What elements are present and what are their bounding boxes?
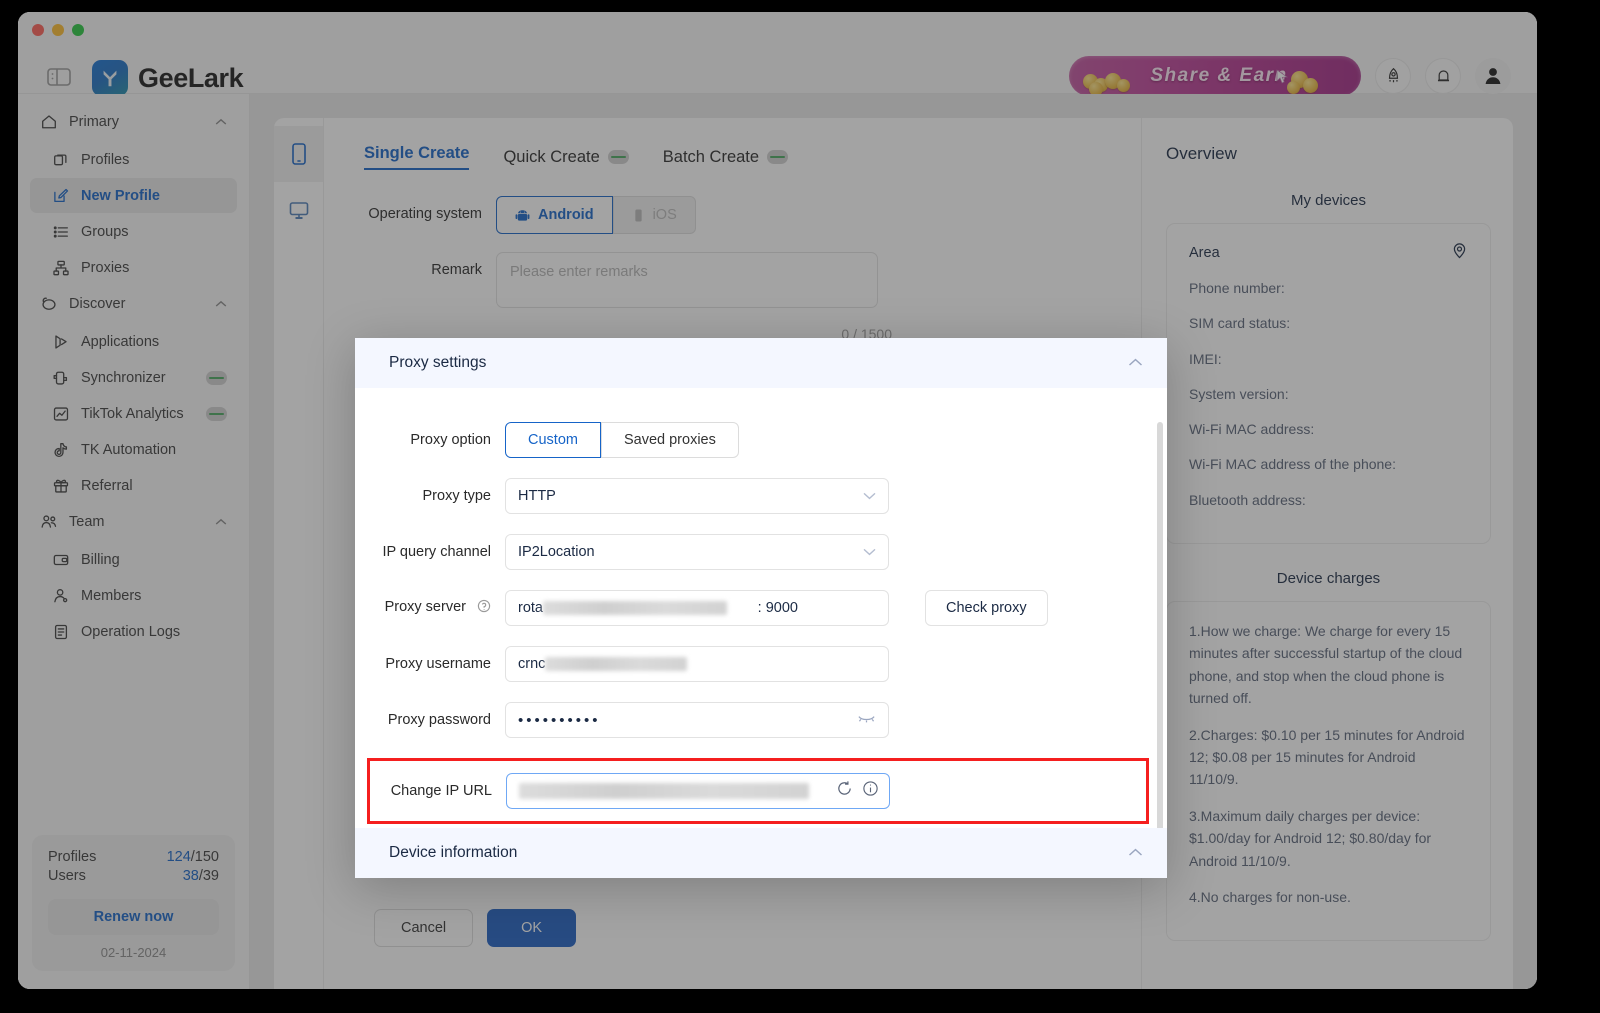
proxy-server-masked-value (543, 601, 727, 615)
change-ip-url-input[interactable] (506, 773, 890, 809)
modal-scrollbar[interactable] (1157, 422, 1163, 862)
proxy-settings-modal: Proxy settings Proxy option Custom Saved… (355, 338, 1167, 878)
change-ip-url-highlight: Change IP URL (367, 758, 1149, 824)
proxy-username-masked-value (545, 657, 688, 671)
proxy-settings-title: Proxy settings (389, 354, 487, 371)
app-window: GeeLark Share & Earn Primary Profiles Ne… (18, 12, 1537, 989)
ip-query-channel-value: IP2Location (518, 544, 595, 560)
ip-query-channel-row: IP query channel IP2Location (355, 534, 1167, 570)
change-ip-url-masked-value (519, 783, 809, 799)
proxy-type-row: Proxy type HTTP (355, 478, 1167, 514)
proxy-server-label: Proxy server (355, 599, 505, 617)
proxy-option-saved-proxies[interactable]: Saved proxies (600, 422, 739, 458)
device-information-section-header[interactable]: Device information (355, 828, 1167, 878)
ip-query-channel-label: IP query channel (382, 544, 491, 560)
proxy-username-row: Proxy username crnc (355, 646, 1167, 682)
proxy-settings-body: Proxy option Custom Saved proxies Proxy … (355, 388, 1167, 862)
help-icon[interactable] (477, 599, 491, 617)
proxy-option-toggle: Custom Saved proxies (505, 422, 739, 458)
proxy-option-row: Proxy option Custom Saved proxies (355, 422, 1167, 458)
proxy-type-value: HTTP (518, 488, 556, 504)
ip-query-channel-select[interactable]: IP2Location (505, 534, 889, 570)
proxy-password-input[interactable]: •••••••••• (505, 702, 889, 738)
proxy-password-value: •••••••••• (518, 711, 601, 729)
proxy-password-row: Proxy password •••••••••• (355, 702, 1167, 738)
proxy-password-label: Proxy password (387, 712, 491, 728)
proxy-username-label: Proxy username (385, 656, 491, 672)
change-ip-url-label: Change IP URL (390, 783, 492, 799)
eye-hidden-icon[interactable] (857, 712, 876, 728)
proxy-option-custom[interactable]: Custom (505, 422, 601, 458)
proxy-settings-section-header[interactable]: Proxy settings (355, 338, 1167, 388)
proxy-username-value: crnc (518, 656, 546, 672)
proxy-username-input[interactable]: crnc (505, 646, 889, 682)
refresh-icon[interactable] (836, 780, 853, 802)
chevron-down-icon (863, 544, 876, 560)
chevron-up-icon[interactable] (1128, 844, 1143, 862)
chevron-up-icon[interactable] (1128, 354, 1143, 372)
proxy-server-row: Proxy server rota : 9000 Check proxy (355, 590, 1167, 626)
device-information-title: Device information (389, 844, 518, 861)
proxy-server-value: rota (518, 600, 543, 616)
proxy-server-input[interactable]: rota : 9000 (505, 590, 889, 626)
proxy-type-select[interactable]: HTTP (505, 478, 889, 514)
check-proxy-button[interactable]: Check proxy (925, 590, 1048, 626)
info-icon[interactable] (862, 780, 879, 802)
chevron-down-icon (863, 488, 876, 504)
proxy-option-label: Proxy option (410, 432, 491, 448)
proxy-server-port: : 9000 (757, 600, 798, 616)
proxy-type-label: Proxy type (422, 488, 492, 504)
